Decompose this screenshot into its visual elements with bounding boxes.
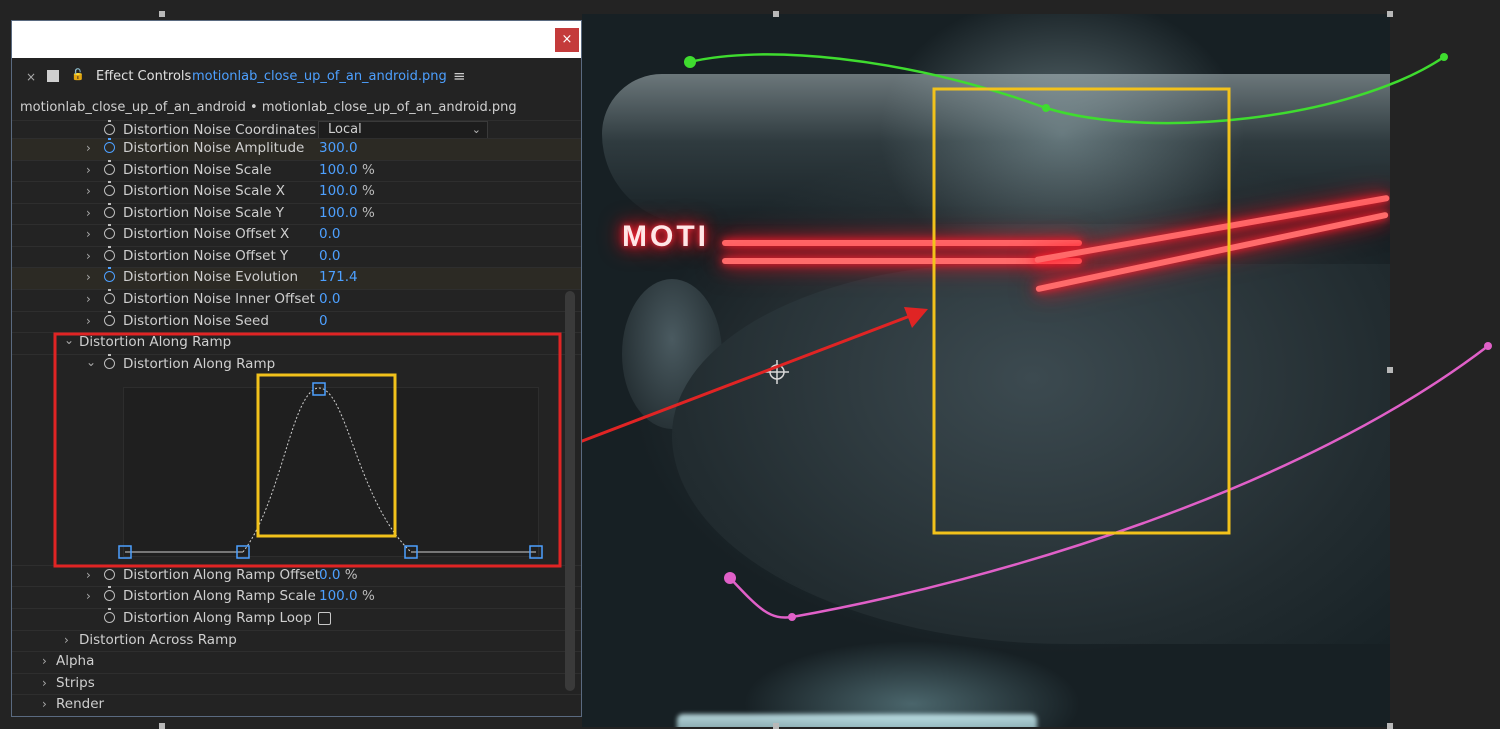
green-path-start-point[interactable] [684,56,696,68]
ramp-peak-yellow-highlight [256,373,397,538]
pink-path-start-point[interactable] [724,572,736,584]
ramp-curve[interactable] [242,387,412,553]
pink-path-mid-point[interactable] [788,613,796,621]
effect-controls-panel: × × 🔓 Effect Controls motionlab_close_up… [11,20,582,717]
comp-yellow-highlight [932,87,1231,535]
green-path-mid-point[interactable] [1042,104,1050,112]
property-list: Distortion Noise Coordinates Local ⌄ › D… [12,21,581,716]
red-arrow-line [555,314,911,453]
pink-motion-path[interactable] [729,345,1489,619]
pink-path-end-point[interactable] [1484,342,1492,350]
ramp-group-red-highlight [53,332,562,568]
green-path-end-point[interactable] [1440,53,1448,61]
ramp-curve-overlay [53,332,562,568]
